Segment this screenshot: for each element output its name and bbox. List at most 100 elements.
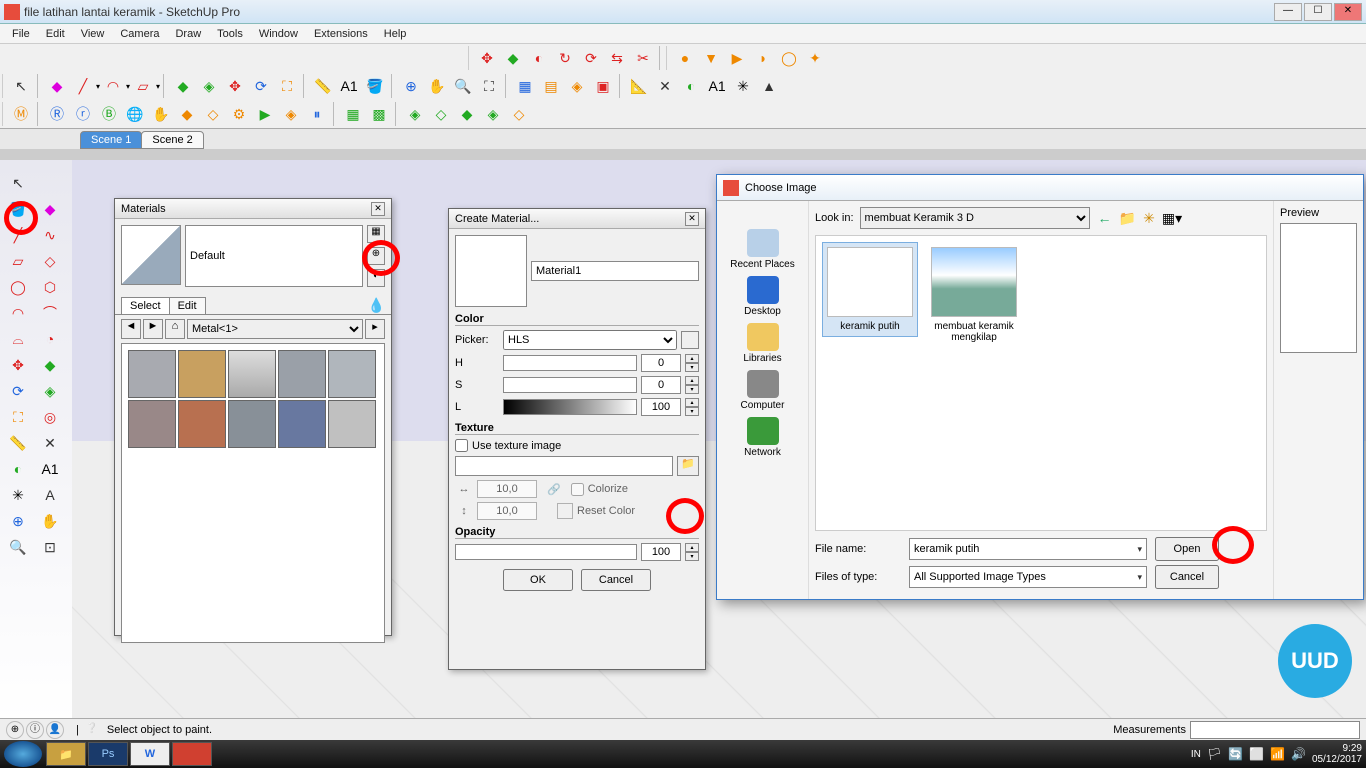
tool4-icon[interactable]: ◈: [279, 102, 303, 126]
scene-tab-2[interactable]: Scene 2: [141, 131, 203, 149]
lock-aspect-icon[interactable]: 🔗: [547, 483, 561, 496]
protractor-icon[interactable]: ✕: [653, 74, 677, 98]
face2-icon[interactable]: ◇: [429, 102, 453, 126]
current-material-swatch[interactable]: [121, 225, 181, 285]
place-recent[interactable]: Recent Places: [723, 227, 802, 272]
rotate-cw-icon[interactable]: ⟳: [579, 46, 603, 70]
l-spinner[interactable]: ▴▾: [685, 398, 699, 416]
file-item-membuat-keramik[interactable]: membuat keramik mengkilap: [926, 242, 1022, 348]
h-input[interactable]: [641, 354, 681, 372]
material-thumb[interactable]: [128, 350, 176, 398]
material-thumb[interactable]: [228, 400, 276, 448]
materials-close-button[interactable]: ✕: [371, 202, 385, 216]
pie-icon[interactable]: ◔: [35, 326, 65, 352]
m-badge-icon[interactable]: Ⓜ: [9, 102, 33, 126]
3dtext-icon[interactable]: ✳: [731, 74, 755, 98]
line2-icon[interactable]: ╱: [3, 222, 33, 248]
grid1-icon[interactable]: ▦: [341, 102, 365, 126]
arc-tool-icon[interactable]: ◠: [101, 74, 125, 98]
dim-icon[interactable]: A1: [705, 74, 729, 98]
place-computer[interactable]: Computer: [723, 368, 802, 413]
filename-combo[interactable]: keramik putih: [909, 538, 1147, 560]
pan2-icon[interactable]: ✋: [35, 508, 65, 534]
component-icon[interactable]: ▦: [513, 74, 537, 98]
s-spinner[interactable]: ▴▾: [685, 376, 699, 394]
minimize-button[interactable]: —: [1274, 3, 1302, 21]
toolbar-grip[interactable]: [666, 46, 670, 70]
display-swatch-button[interactable]: ▦: [367, 225, 385, 243]
browse-texture-button[interactable]: 📁: [677, 456, 699, 476]
menu-view[interactable]: View: [73, 26, 113, 42]
r-badge-icon[interactable]: Ⓡ: [45, 102, 69, 126]
menu-camera[interactable]: Camera: [112, 26, 167, 42]
pause-icon[interactable]: ⏸: [305, 102, 329, 126]
opacity-slider[interactable]: [455, 544, 637, 560]
circle-icon[interactable]: ◯: [3, 274, 33, 300]
material-thumb[interactable]: [328, 350, 376, 398]
colorize-checkbox[interactable]: [571, 483, 584, 496]
rt-badge-icon[interactable]: ⓡ: [71, 102, 95, 126]
s-input[interactable]: [641, 376, 681, 394]
protractor2-icon[interactable]: ◐: [3, 456, 33, 482]
tool2-icon[interactable]: ◇: [201, 102, 225, 126]
pushpull-icon[interactable]: ◆: [171, 74, 195, 98]
eyedropper-icon[interactable]: 💧: [368, 297, 385, 314]
back-nav-icon[interactable]: ←: [1098, 210, 1112, 226]
zoom-icon[interactable]: 🔍: [451, 74, 475, 98]
polygon-icon[interactable]: ⬡: [35, 274, 65, 300]
arc1-icon[interactable]: ◠: [3, 300, 33, 326]
grid2-icon[interactable]: ▩: [367, 102, 391, 126]
materials-edit-tab[interactable]: Edit: [169, 297, 206, 314]
play-icon[interactable]: ▶: [253, 102, 277, 126]
axes2-icon[interactable]: ✳: [3, 482, 33, 508]
face3-icon[interactable]: ◆: [455, 102, 479, 126]
prism-icon[interactable]: ▶: [725, 46, 749, 70]
up-nav-icon[interactable]: 📁: [1119, 210, 1136, 226]
offset-icon[interactable]: ◎: [35, 404, 65, 430]
filetype-combo[interactable]: All Supported Image Types: [909, 566, 1147, 588]
material-thumb[interactable]: [128, 400, 176, 448]
tray-network-icon[interactable]: 📶: [1270, 747, 1285, 761]
lang-indicator[interactable]: IN: [1191, 749, 1201, 760]
outliner-icon[interactable]: ▤: [539, 74, 563, 98]
close-button[interactable]: ✕: [1334, 3, 1362, 21]
place-network[interactable]: Network: [723, 415, 802, 460]
tape-icon[interactable]: 📏: [311, 74, 335, 98]
move-tool-icon[interactable]: ✥: [223, 74, 247, 98]
rotate2-icon[interactable]: ⟳: [3, 378, 33, 404]
place-libraries[interactable]: Libraries: [723, 321, 802, 366]
view-mode-icon[interactable]: ▦▾: [1162, 210, 1182, 226]
create-material-panel[interactable]: Create Material... ✕ Color Picker: HLS H…: [448, 208, 706, 670]
section-icon[interactable]: ▲: [757, 74, 781, 98]
face5-icon[interactable]: ◇: [507, 102, 531, 126]
freehand-icon[interactable]: ∿: [35, 222, 65, 248]
orbit-icon[interactable]: ⊕: [399, 74, 423, 98]
newfolder-icon[interactable]: ✳: [1143, 210, 1155, 226]
mat-fwd-button[interactable]: ►: [143, 319, 163, 339]
use-texture-checkbox[interactable]: [455, 439, 468, 452]
menu-help[interactable]: Help: [376, 26, 415, 42]
line-tool-icon[interactable]: ╱: [71, 74, 95, 98]
material-thumb[interactable]: [328, 400, 376, 448]
rotate90-icon[interactable]: ↻: [553, 46, 577, 70]
hand-icon[interactable]: ✋: [149, 102, 173, 126]
move2-icon[interactable]: ✥: [3, 352, 33, 378]
material-thumb[interactable]: [178, 400, 226, 448]
texture-height-input[interactable]: [477, 502, 537, 520]
select-tool-icon[interactable]: ↖: [9, 74, 33, 98]
face1-icon[interactable]: ◈: [403, 102, 427, 126]
cone-icon[interactable]: ▼: [699, 46, 723, 70]
reset-swatch-icon[interactable]: [557, 503, 573, 519]
torus-icon[interactable]: ◯: [777, 46, 801, 70]
tool1-icon[interactable]: ◆: [175, 102, 199, 126]
taskbar-sketchup[interactable]: [172, 742, 212, 766]
star-icon[interactable]: ✦: [803, 46, 827, 70]
cancel-file-button[interactable]: Cancel: [1155, 565, 1219, 589]
zoom2-icon[interactable]: 🔍: [3, 534, 33, 560]
paint-tool-icon[interactable]: 🪣: [3, 196, 33, 222]
create-cancel-button[interactable]: Cancel: [581, 569, 651, 591]
choose-image-titlebar[interactable]: Choose Image: [717, 175, 1363, 201]
system-clock[interactable]: 9:29 05/12/2017: [1312, 743, 1362, 765]
h-spinner[interactable]: ▴▾: [685, 354, 699, 372]
taskbar-word[interactable]: W: [130, 742, 170, 766]
